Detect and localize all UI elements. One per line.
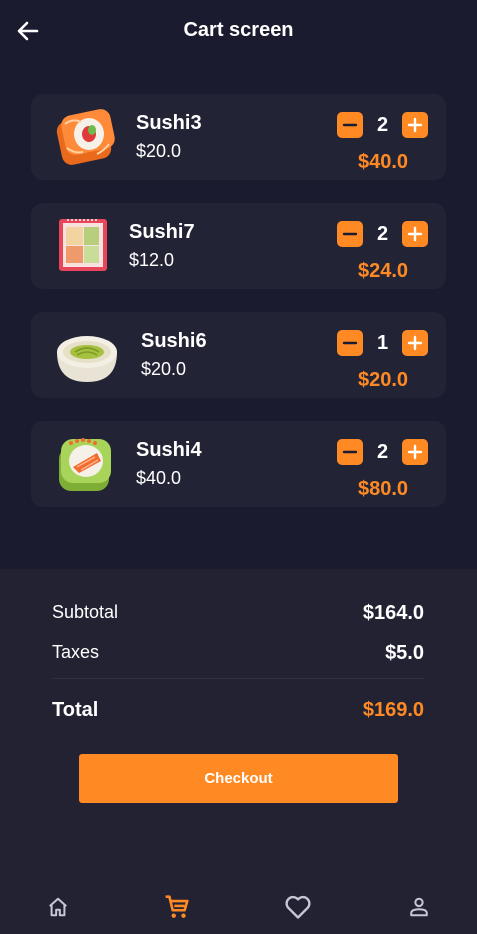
quantity-value: 1: [376, 332, 389, 354]
item-name: Sushi4: [136, 439, 202, 461]
nav-cart[interactable]: [162, 892, 192, 922]
line-total: $24.0: [357, 260, 409, 282]
cart-item: Sushi3 $20.0 2 $40.0: [31, 94, 446, 180]
quantity-stepper: 1: [337, 330, 429, 356]
item-price: $20.0: [141, 359, 187, 379]
item-name: Sushi7: [129, 221, 195, 243]
increase-quantity-button[interactable]: [402, 439, 428, 465]
minus-icon: [342, 341, 358, 345]
decrease-quantity-button[interactable]: [337, 112, 363, 138]
taxes-value: $5.0: [385, 642, 424, 664]
line-total: $20.0: [357, 369, 409, 391]
item-name: Sushi3: [136, 112, 202, 134]
nav-home[interactable]: [43, 892, 73, 922]
minus-icon: [342, 123, 358, 127]
total-value: $169.0: [362, 699, 424, 721]
decrease-quantity-button[interactable]: [337, 221, 363, 247]
quantity-value: 2: [376, 441, 389, 463]
person-icon: [410, 897, 428, 917]
quantity-stepper: 2: [337, 221, 429, 247]
sushi-box-image: [59, 219, 107, 271]
quantity-stepper: 2: [337, 439, 429, 465]
minus-icon: [342, 232, 358, 236]
app-bar: Cart screen: [0, 0, 477, 62]
bottom-navigation: [0, 880, 477, 934]
item-price: $12.0: [129, 250, 175, 270]
plus-icon: [407, 117, 423, 133]
sushi-roll-avocado-image: [59, 438, 111, 491]
minus-icon: [342, 450, 358, 454]
wasabi-bowl-image: [57, 336, 117, 382]
total-label: Total: [52, 699, 99, 721]
item-price: $40.0: [136, 468, 182, 488]
checkout-button[interactable]: Checkout: [79, 754, 398, 803]
nav-favorites[interactable]: [283, 892, 313, 922]
subtotal-label: Subtotal: [52, 602, 119, 622]
subtotal-row: Subtotal $164.0: [52, 602, 424, 626]
cart-item: Sushi4 $40.0 2 $80.0: [31, 421, 446, 507]
quantity-value: 2: [376, 114, 389, 136]
sushi-roll-salmon-image: [56, 109, 115, 165]
increase-quantity-button[interactable]: [402, 221, 428, 247]
increase-quantity-button[interactable]: [402, 330, 428, 356]
page-title: Cart screen: [183, 19, 294, 41]
cart-item: Sushi6 $20.0 1 $20.0: [31, 312, 446, 398]
line-total: $40.0: [357, 151, 409, 173]
cart-icon: [165, 895, 189, 918]
total-row: Total $169.0: [52, 699, 424, 723]
quantity-stepper: 2: [337, 112, 429, 138]
quantity-value: 2: [376, 223, 389, 245]
taxes-row: Taxes $5.0: [52, 642, 424, 666]
line-total: $80.0: [357, 478, 409, 500]
decrease-quantity-button[interactable]: [337, 439, 363, 465]
subtotal-value: $164.0: [362, 602, 424, 624]
cart-list: Sushi3 $20.0 2 $40.0 Sushi7 $12.0 2 $24.…: [31, 94, 446, 530]
cart-item: Sushi7 $12.0 2 $24.0: [31, 203, 446, 289]
item-name: Sushi6: [141, 330, 207, 352]
heart-icon: [285, 895, 311, 919]
item-price: $20.0: [136, 141, 182, 161]
decrease-quantity-button[interactable]: [337, 330, 363, 356]
nav-profile[interactable]: [404, 892, 434, 922]
plus-icon: [407, 444, 423, 460]
taxes-label: Taxes: [52, 642, 100, 662]
home-icon: [49, 897, 67, 917]
plus-icon: [407, 226, 423, 242]
plus-icon: [407, 335, 423, 351]
increase-quantity-button[interactable]: [402, 112, 428, 138]
summary-divider: [52, 678, 424, 679]
